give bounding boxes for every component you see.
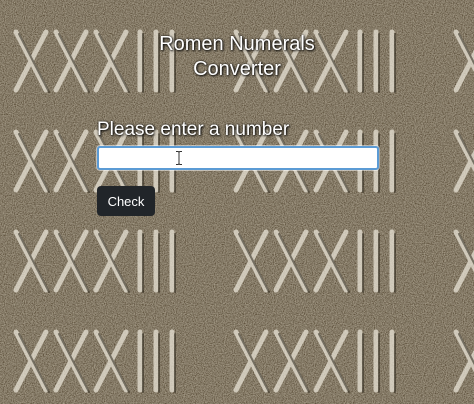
text-cursor-icon [176, 151, 182, 165]
number-input[interactable] [97, 146, 379, 170]
page-title: Romen Numerals Converter [0, 32, 474, 82]
page-title-line-1: Romen Numerals [159, 33, 315, 55]
page-title-line-2: Converter [193, 58, 281, 80]
check-button[interactable]: Check [97, 186, 155, 216]
number-prompt-label: Please enter a number [97, 119, 290, 140]
